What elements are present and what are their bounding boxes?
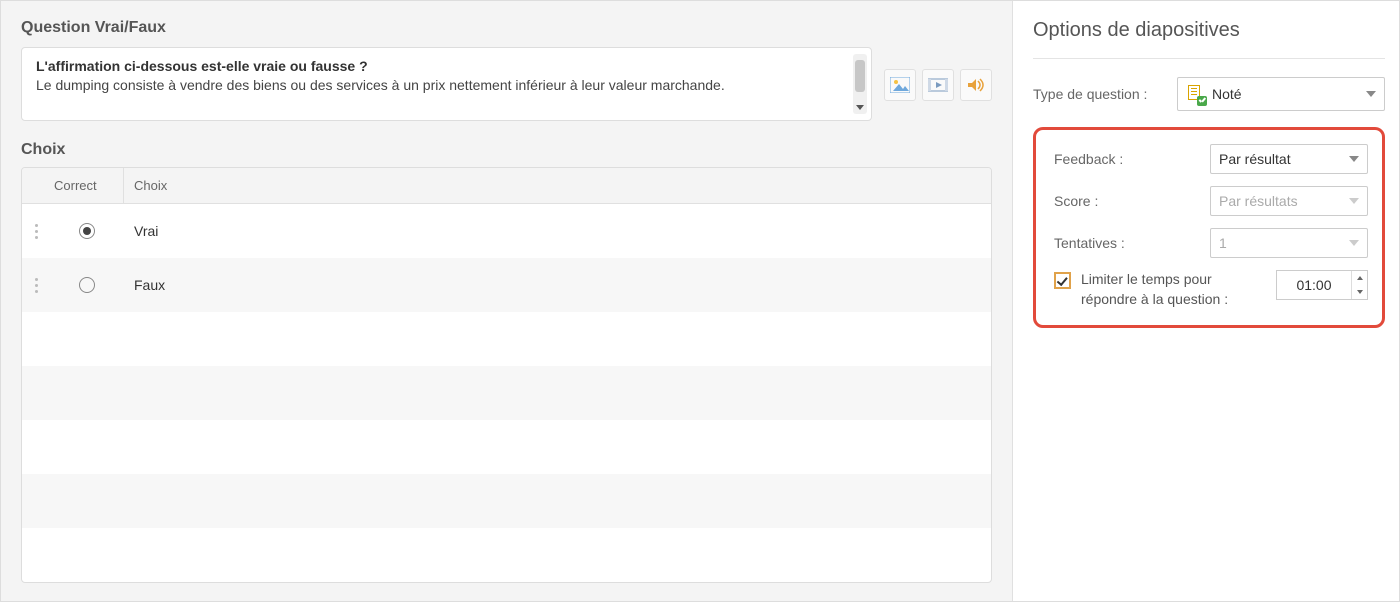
- question-body: Le dumping consiste à vendre des biens o…: [36, 76, 849, 95]
- empty-row: [22, 474, 991, 528]
- choices-header: Correct Choix: [22, 168, 991, 204]
- highlighted-options: Feedback : Par résultat Score : Par résu…: [1033, 127, 1385, 328]
- add-audio-button[interactable]: [960, 69, 992, 101]
- feedback-label: Feedback :: [1054, 150, 1123, 169]
- question-prompt: L'affirmation ci-dessous est-elle vraie …: [36, 58, 849, 74]
- time-spinner: [1351, 271, 1367, 299]
- time-limit-checkbox[interactable]: [1054, 272, 1071, 289]
- attempts-label: Tentatives :: [1054, 234, 1125, 253]
- score-value: Par résultats: [1219, 193, 1298, 209]
- drag-dots-icon: [35, 224, 38, 239]
- time-limit-label: Limiter le temps pour répondre à la ques…: [1081, 270, 1266, 309]
- time-limit-row: Limiter le temps pour répondre à la ques…: [1054, 270, 1368, 309]
- choice-label[interactable]: Vrai: [124, 223, 991, 239]
- panel-title: Options de diapositives: [1033, 19, 1385, 42]
- choices-table: Correct Choix Vrai: [21, 167, 992, 583]
- drag-handle[interactable]: [22, 224, 50, 239]
- empty-row: [22, 312, 991, 366]
- attempts-value: 1: [1219, 235, 1227, 251]
- checkmark-icon: [1056, 274, 1067, 286]
- scroll-down-icon[interactable]: [856, 105, 864, 110]
- video-icon: [928, 77, 948, 93]
- score-label: Score :: [1054, 192, 1098, 211]
- graded-icon: [1186, 85, 1204, 103]
- empty-row: [22, 528, 991, 582]
- add-image-button[interactable]: [884, 69, 916, 101]
- triangle-up-icon: [1357, 276, 1363, 280]
- correct-radio[interactable]: [50, 223, 124, 239]
- audio-icon: [966, 77, 986, 93]
- question-section-title: Question Vrai/Faux: [21, 19, 992, 37]
- question-text-box[interactable]: L'affirmation ci-dessous est-elle vraie …: [21, 47, 872, 121]
- drag-dots-icon: [35, 278, 38, 293]
- score-select[interactable]: Par résultats: [1210, 186, 1368, 216]
- question-row: L'affirmation ci-dessous est-elle vraie …: [21, 47, 992, 121]
- choice-row[interactable]: Vrai: [22, 204, 991, 258]
- question-type-select[interactable]: Noté: [1177, 77, 1385, 111]
- time-decrease-button[interactable]: [1352, 285, 1367, 299]
- scrollbar-thumb[interactable]: [855, 60, 865, 92]
- radio-icon: [79, 223, 95, 239]
- score-row: Score : Par résultats: [1054, 186, 1368, 216]
- time-limit-group: Limiter le temps pour répondre à la ques…: [1054, 270, 1266, 309]
- column-choice: Choix: [124, 168, 991, 203]
- chevron-down-icon: [1349, 240, 1359, 246]
- feedback-value: Par résultat: [1219, 151, 1291, 167]
- chevron-down-icon: [1349, 198, 1359, 204]
- time-limit-input[interactable]: 01:00: [1276, 270, 1368, 300]
- question-scrollbar[interactable]: [853, 54, 867, 114]
- question-type-value: Noté: [1212, 86, 1242, 102]
- feedback-row: Feedback : Par résultat: [1054, 144, 1368, 174]
- divider: [1033, 58, 1385, 59]
- time-increase-button[interactable]: [1352, 271, 1367, 285]
- main-area: Question Vrai/Faux L'affirmation ci-dess…: [1, 1, 1013, 601]
- choices-section-title: Choix: [21, 141, 992, 159]
- attempts-select[interactable]: 1: [1210, 228, 1368, 258]
- choices-body: Vrai Faux: [22, 204, 991, 582]
- question-type-row: Type de question : Noté: [1033, 77, 1385, 111]
- chevron-down-icon: [1366, 91, 1376, 97]
- media-buttons: [884, 47, 992, 101]
- time-limit-value[interactable]: 01:00: [1277, 277, 1351, 293]
- choice-row[interactable]: Faux: [22, 258, 991, 312]
- add-video-button[interactable]: [922, 69, 954, 101]
- radio-icon: [79, 277, 95, 293]
- side-panel: Options de diapositives Type de question…: [1013, 1, 1399, 601]
- column-correct: Correct: [50, 168, 124, 203]
- app-root: Question Vrai/Faux L'affirmation ci-dess…: [0, 0, 1400, 602]
- attempts-row: Tentatives : 1: [1054, 228, 1368, 258]
- question-type-label: Type de question :: [1033, 85, 1147, 104]
- triangle-down-icon: [1357, 290, 1363, 294]
- feedback-select[interactable]: Par résultat: [1210, 144, 1368, 174]
- drag-handle[interactable]: [22, 278, 50, 293]
- choice-label[interactable]: Faux: [124, 277, 991, 293]
- empty-row: [22, 420, 991, 474]
- image-icon: [890, 77, 910, 93]
- chevron-down-icon: [1349, 156, 1359, 162]
- empty-row: [22, 366, 991, 420]
- correct-radio[interactable]: [50, 277, 124, 293]
